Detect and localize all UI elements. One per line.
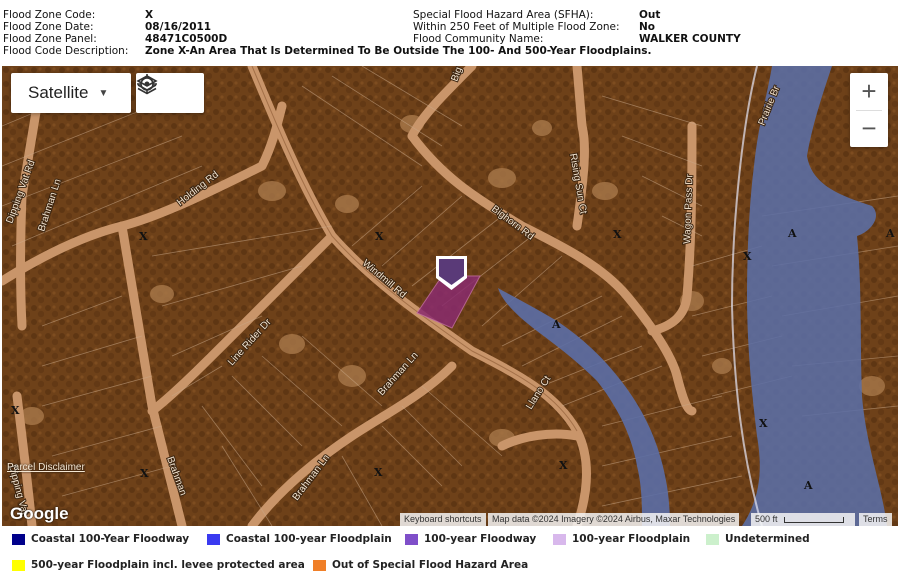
legend-swatch — [313, 559, 326, 571]
community-label: Flood Community Name: — [413, 33, 544, 45]
legend-swatch — [12, 533, 25, 545]
legend-label: 500-year Floodplain incl. levee protecte… — [31, 559, 305, 571]
parcel-disclaimer-link[interactable]: Parcel Disclaimer — [7, 462, 85, 473]
legend-label: 100-year Floodplain — [572, 533, 691, 545]
flood-zone-code-value: X — [145, 9, 154, 21]
map-type-label: Satellite — [28, 83, 89, 102]
legend-swatch — [405, 533, 418, 545]
zone-label: X — [759, 417, 768, 430]
flood-zone-date-row: Flood Zone Date: 08/16/2011 — [3, 21, 413, 33]
flood-code-description-label: Flood Code Description: — [3, 45, 129, 57]
keyboard-shortcuts-link[interactable]: Keyboard shortcuts — [400, 513, 486, 526]
legend-swatch — [553, 533, 566, 545]
flood-zone-legend: Coastal 100-Year Floodway Coastal 100-ye… — [0, 528, 900, 581]
zone-label: X — [559, 459, 568, 472]
community-row: Flood Community Name: WALKER COUNTY — [413, 33, 893, 45]
zone-label: X — [743, 250, 752, 263]
legend-item: 100-year Floodway — [405, 533, 536, 545]
legend-item: 500-year Floodplain incl. levee protecte… — [12, 559, 305, 571]
multiple-zone-row: Within 250 Feet of Multiple Flood Zone: … — [413, 21, 893, 33]
chevron-down-icon: ▼ — [98, 87, 109, 99]
flood-zone-date-label: Flood Zone Date: — [3, 21, 94, 33]
zone-label: A — [551, 318, 561, 331]
legend-item: 100-year Floodplain — [553, 533, 690, 545]
sfha-value: Out — [639, 9, 661, 21]
map-tools — [136, 73, 204, 113]
legend-item: Coastal 100-year Floodplain — [207, 533, 392, 545]
community-value: WALKER COUNTY — [639, 33, 741, 45]
legend-swatch — [12, 559, 25, 571]
scale-bar[interactable]: 500 ft — [751, 513, 855, 526]
zone-label: X — [375, 230, 384, 243]
zone-label: A — [787, 227, 797, 240]
zone-label: A — [803, 479, 813, 492]
zoom-control: + − — [850, 73, 888, 147]
scale-line — [784, 516, 845, 523]
zone-label: X — [140, 467, 149, 480]
sfha-row: Special Flood Hazard Area (SFHA): Out — [413, 9, 893, 21]
flood-zone-code-label: Flood Zone Code: — [3, 9, 96, 21]
legend-label: 100-year Floodway — [424, 533, 537, 545]
zone-label: X — [11, 404, 20, 417]
legend-label: Undetermined — [725, 533, 810, 545]
zoom-out-button[interactable]: − — [850, 110, 888, 147]
flood-code-description-row: Flood Code Description: Zone X-An Area T… — [3, 45, 893, 57]
flood-code-description-value: Zone X-An Area That Is Determined To Be … — [145, 45, 652, 57]
scale-label: 500 ft — [755, 514, 778, 524]
terms-link[interactable]: Terms — [859, 513, 892, 526]
legend-item: Coastal 100-Year Floodway — [12, 533, 189, 545]
map-canvas[interactable]: X X X X X X X X X A A A A Bighorn Rd Big… — [2, 66, 898, 526]
flood-zone-panel-row: Flood Zone Panel: 48471C0500D — [3, 33, 413, 45]
legend-swatch — [207, 533, 220, 545]
legend-item: Out of Special Flood Hazard Area — [313, 559, 528, 571]
zone-label: X — [139, 230, 148, 243]
flood-zone-panel-value: 48471C0500D — [145, 33, 228, 45]
legend-label: Out of Special Flood Hazard Area — [332, 559, 529, 571]
flood-zone-code-row: Flood Zone Code: X — [3, 9, 413, 21]
legend-swatch — [706, 533, 719, 545]
google-logo[interactable]: Google — [10, 504, 69, 524]
map-imagery: X X X X X X X X X A A A A Bighorn Rd Big… — [2, 66, 898, 526]
zone-label: A — [885, 227, 895, 240]
map-data-attribution: Map data ©2024 Imagery ©2024 Airbus, Max… — [488, 513, 740, 526]
zone-label: X — [374, 466, 383, 479]
multiple-zone-value: No — [639, 21, 656, 33]
map-type-dropdown[interactable]: Satellite ▼ — [11, 73, 131, 113]
legend-item: Undetermined — [706, 533, 810, 545]
zoom-in-button[interactable]: + — [850, 73, 888, 110]
flood-info-header: Flood Zone Code: X Flood Zone Date: 08/1… — [0, 0, 900, 64]
flood-zone-panel-label: Flood Zone Panel: — [3, 33, 97, 45]
zoom-separator — [856, 110, 882, 111]
multiple-zone-label: Within 250 Feet of Multiple Flood Zone: — [413, 21, 620, 33]
zone-label: X — [613, 228, 622, 241]
legend-label: Coastal 100-Year Floodway — [31, 533, 190, 545]
sfha-label: Special Flood Hazard Area (SFHA): — [413, 9, 594, 21]
legend-label: Coastal 100-year Floodplain — [226, 533, 392, 545]
flood-zone-date-value: 08/16/2011 — [145, 21, 212, 33]
